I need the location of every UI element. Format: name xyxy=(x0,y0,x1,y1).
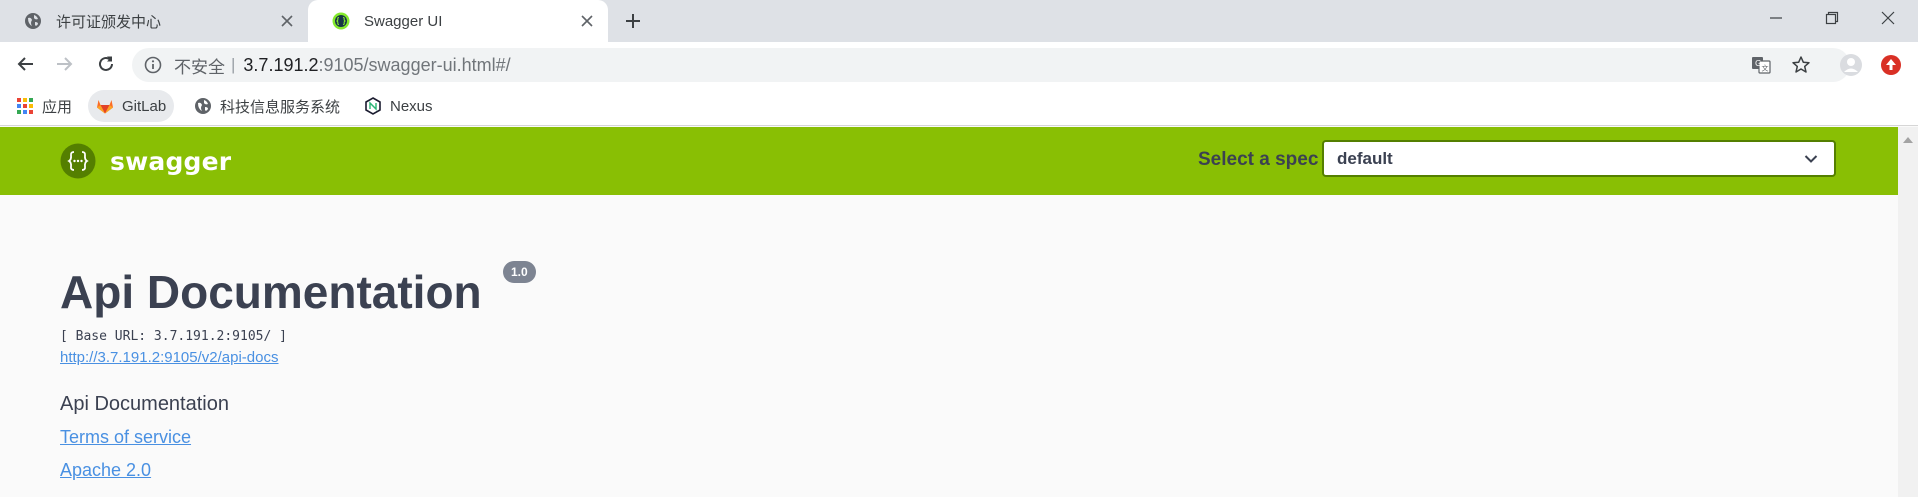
svg-text:G: G xyxy=(1755,59,1761,68)
forward-button[interactable] xyxy=(48,48,80,80)
security-label: 不安全 xyxy=(174,57,225,77)
spec-selected-value: default xyxy=(1337,148,1393,168)
restore-icon xyxy=(1825,11,1839,25)
bookmark-label: 科技信息服务系统 xyxy=(220,98,341,116)
bookmark-label: 应用 xyxy=(42,98,73,116)
update-button[interactable] xyxy=(1876,50,1906,80)
star-icon xyxy=(1792,56,1810,73)
back-button[interactable] xyxy=(10,48,42,80)
address-bar[interactable]: 不安全 | 3.7.191.2 :9105/swagger-ui.html#/ xyxy=(132,48,1850,82)
url-separator: | xyxy=(231,55,236,74)
tab-swagger-ui[interactable]: Swagger UI xyxy=(308,0,608,42)
reload-icon xyxy=(99,56,113,71)
swagger-brand-text: swagger xyxy=(110,146,232,176)
bookmark-label: Nexus xyxy=(390,97,433,115)
profile-button[interactable] xyxy=(1836,50,1866,80)
bookmark-nexus[interactable]: Nexus xyxy=(356,90,441,122)
bookmark-star-button[interactable] xyxy=(1786,50,1816,80)
restore-button[interactable] xyxy=(1804,0,1860,36)
gitlab-icon xyxy=(97,100,113,114)
spec-select[interactable]: default xyxy=(1322,140,1836,177)
info-icon[interactable] xyxy=(144,56,162,74)
browser-toolbar: 不安全 | 3.7.191.2 :9105/swagger-ui.html#/ … xyxy=(0,42,1918,86)
tab-title: 许可证颁发中心 xyxy=(56,13,162,31)
new-tab-button[interactable] xyxy=(618,6,648,36)
bookmark-apps[interactable]: 应用 xyxy=(8,90,80,122)
apps-grid-icon xyxy=(17,98,33,114)
translate-icon: G文 xyxy=(1752,57,1771,74)
url-host: 3.7.191.2 xyxy=(243,54,319,75)
swagger-logo-icon xyxy=(60,143,96,179)
nexus-icon xyxy=(365,97,381,115)
bookmarks-bar: 应用 GitLab 科技信息服务系统 Nexus xyxy=(0,86,1918,126)
api-docs-link[interactable]: http://3.7.191.2:9105/v2/api-docs xyxy=(60,349,279,366)
bookmark-gitlab[interactable]: GitLab xyxy=(88,90,175,122)
chevron-down-icon xyxy=(1804,154,1818,163)
base-url: [ Base URL: 3.7.191.2:9105/ ] xyxy=(60,329,287,344)
update-arrow-icon xyxy=(1881,55,1901,75)
minimize-icon xyxy=(1770,17,1782,19)
swagger-favicon xyxy=(332,12,350,30)
tab-strip: 许可证颁发中心 Swagger UI xyxy=(0,0,1918,42)
tab-license-center[interactable]: 许可证颁发中心 xyxy=(0,0,308,42)
select-spec-label: Select a spec xyxy=(1198,149,1319,170)
avatar-icon xyxy=(1840,54,1862,76)
close-icon xyxy=(1881,11,1895,25)
minimize-button[interactable] xyxy=(1748,0,1804,36)
translate-button[interactable]: G文 xyxy=(1746,50,1776,80)
globe-icon xyxy=(25,13,41,29)
url-path: :9105/swagger-ui.html#/ xyxy=(318,54,511,75)
close-icon[interactable] xyxy=(272,6,302,36)
close-icon[interactable] xyxy=(572,6,602,36)
license-link[interactable]: Apache 2.0 xyxy=(60,460,151,481)
close-window-button[interactable] xyxy=(1860,0,1916,36)
page-content: swagger Select a spec default Api Docume… xyxy=(0,127,1898,497)
terms-of-service-link[interactable]: Terms of service xyxy=(60,427,191,448)
scroll-up-arrow-icon[interactable] xyxy=(1903,137,1913,143)
bookmark-label: GitLab xyxy=(122,97,167,115)
api-title: Api Documentation xyxy=(60,266,482,318)
tab-title: Swagger UI xyxy=(364,12,443,30)
arrow-right-icon xyxy=(57,57,73,71)
swagger-logo[interactable]: swagger xyxy=(60,143,231,179)
swagger-topbar: swagger Select a spec default xyxy=(0,127,1898,195)
version-badge: 1.0 xyxy=(503,261,536,283)
svg-text:文: 文 xyxy=(1762,64,1769,73)
reload-button[interactable] xyxy=(90,48,122,80)
plus-icon xyxy=(626,14,640,28)
vertical-scrollbar[interactable] xyxy=(1898,127,1918,497)
api-description: Api Documentation xyxy=(60,393,229,415)
arrow-left-icon xyxy=(17,57,33,71)
bookmark-tech-info-system[interactable]: 科技信息服务系统 xyxy=(186,90,348,122)
globe-icon xyxy=(195,98,211,114)
